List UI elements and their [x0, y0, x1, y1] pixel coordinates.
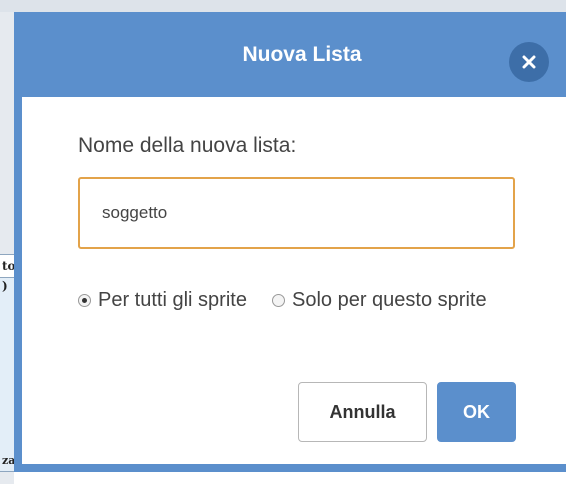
- cancel-button[interactable]: Annulla: [298, 382, 427, 442]
- close-icon: [522, 55, 536, 69]
- list-name-input[interactable]: [78, 177, 515, 249]
- ok-button[interactable]: OK: [437, 382, 516, 442]
- close-button[interactable]: [509, 42, 549, 82]
- dialog-title: Nuova Lista: [242, 43, 362, 66]
- list-name-label: Nome della nuova lista:: [78, 134, 297, 157]
- radio-this-sprite-label: Solo per questo sprite: [292, 289, 487, 311]
- radio-button-checked[interactable]: [78, 294, 91, 307]
- radio-this-sprite-only[interactable]: Solo per questo sprite: [272, 288, 492, 312]
- radio-button-unchecked[interactable]: [272, 294, 285, 307]
- new-list-dialog: Nuova Lista Nome della nuova lista: Per …: [14, 12, 566, 472]
- editor-background-top: [0, 0, 566, 12]
- dialog-header: Nuova Lista: [22, 12, 566, 97]
- radio-all-sprites[interactable]: Per tutti gli sprite: [78, 288, 248, 312]
- radio-all-sprites-label: Per tutti gli sprite: [98, 289, 247, 311]
